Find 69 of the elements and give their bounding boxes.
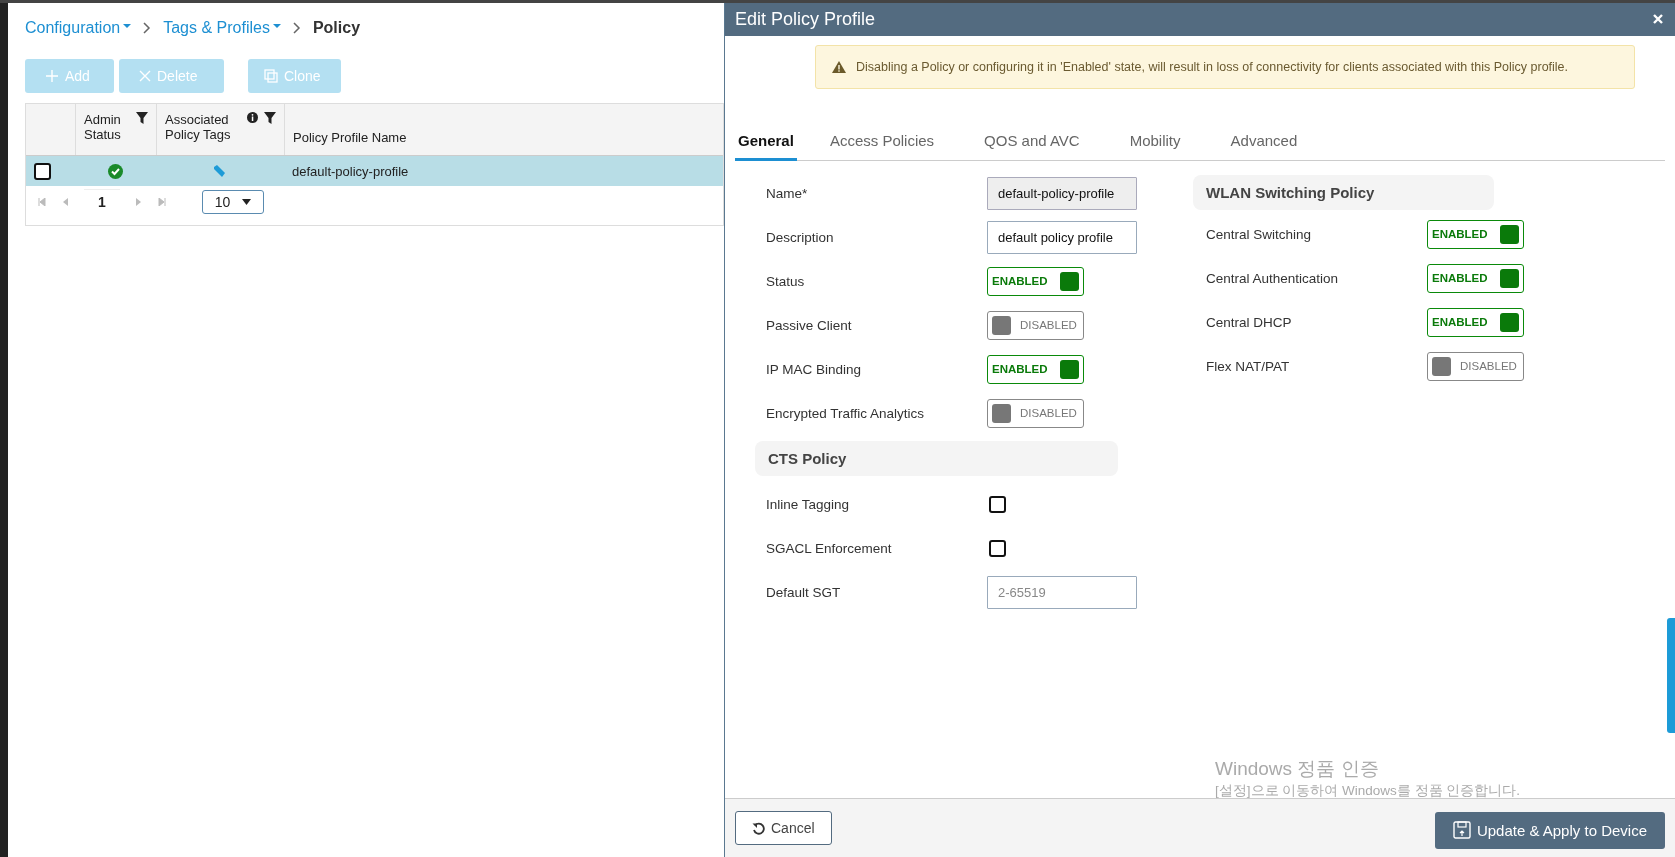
breadcrumb-item[interactable]: Tags & Profiles xyxy=(163,19,270,37)
dialog-title: Edit Policy Profile xyxy=(735,8,876,30)
side-handle[interactable] xyxy=(1667,618,1675,733)
field-label: Passive Client xyxy=(766,317,853,333)
activation-notice-text: [설정]으로 이동하여 Windows를 정품 인증합니다. xyxy=(1215,782,1521,800)
text-field[interactable]: 2-65519 xyxy=(987,575,1137,609)
tag-icon[interactable] xyxy=(213,164,227,178)
breadcrumb-item: Policy xyxy=(312,19,361,37)
caret-icon[interactable] xyxy=(123,23,132,29)
previous-page-icon[interactable] xyxy=(62,197,68,206)
caret-icon[interactable] xyxy=(272,23,281,29)
field-label: Central Switching xyxy=(1206,226,1313,242)
field-label: Flex NAT/PAT xyxy=(1206,358,1291,374)
toggle-switch[interactable]: ENABLED xyxy=(987,354,1084,384)
field-label: IP MAC Binding xyxy=(766,361,863,377)
section-title: WLAN Switching Policy xyxy=(1206,184,1375,201)
chevron-icon xyxy=(143,22,152,34)
checkbox[interactable] xyxy=(989,495,1006,513)
tab[interactable]: General xyxy=(735,126,797,161)
undo-icon xyxy=(752,821,765,835)
toggle-switch[interactable]: DISABLED xyxy=(987,398,1084,428)
caret-icon xyxy=(242,198,252,205)
tab[interactable]: QOS and AVC xyxy=(967,126,1097,160)
table-row[interactable]: default-policy-profile xyxy=(26,156,723,186)
close-icon[interactable] xyxy=(1653,14,1663,24)
section-title: CTS Policy xyxy=(768,450,847,467)
page-number: 1 xyxy=(84,189,120,214)
page-size-dropdown[interactable]: 10 xyxy=(201,189,265,214)
breadcrumb-item[interactable]: Configuration xyxy=(25,19,121,37)
column-header: Admin Status xyxy=(84,112,122,142)
save-icon xyxy=(1452,821,1471,839)
filter-icon[interactable] xyxy=(136,112,148,124)
toggle-switch[interactable]: ENABLED xyxy=(1427,263,1524,293)
tab[interactable]: Mobility xyxy=(1112,126,1198,160)
field-label: Encrypted Traffic Analytics xyxy=(766,405,926,421)
toggle-switch[interactable]: ENABLED xyxy=(1427,307,1524,337)
activation-notice-title: Windows 정품 인증 xyxy=(1215,757,1380,781)
apply-button[interactable]: Update & Apply to Device xyxy=(1434,811,1665,849)
column-header: Policy Profile Name xyxy=(293,130,407,145)
field-label: Central DHCP xyxy=(1206,314,1293,330)
warning-text: Disabling a Policy or configuring it in 'Enabled' state, will result in loss of connectivity for clients associated with this Policy profile. xyxy=(856,60,1569,74)
plus-icon xyxy=(45,69,59,83)
next-page-icon[interactable] xyxy=(135,197,142,206)
field-label: Inline Tagging xyxy=(766,496,851,512)
field-label: SGACL Enforcement xyxy=(766,540,893,556)
last-page-icon[interactable] xyxy=(157,197,166,206)
first-page-icon[interactable] xyxy=(38,197,46,206)
checkbox[interactable] xyxy=(34,162,51,180)
warning-icon xyxy=(832,61,846,73)
toggle-switch[interactable]: DISABLED xyxy=(1427,351,1524,381)
column-header: Associated Policy Tags xyxy=(165,112,232,142)
cancel-button[interactable]: Cancel xyxy=(735,811,832,845)
filter-icon[interactable] xyxy=(264,112,276,124)
cross-icon xyxy=(139,70,151,82)
toggle-switch[interactable]: ENABLED xyxy=(987,266,1084,296)
text-field[interactable]: default policy profile xyxy=(987,220,1137,254)
checkbox[interactable] xyxy=(989,539,1006,557)
field-label: Default SGT xyxy=(766,584,842,600)
field-label: Status xyxy=(766,273,806,289)
field-label: Description xyxy=(766,229,835,245)
table-cell: default-policy-profile xyxy=(292,163,409,179)
copy-icon xyxy=(264,69,278,83)
field-label: Central Authentication xyxy=(1206,270,1340,286)
chevron-icon xyxy=(292,22,301,34)
toggle-switch[interactable]: ENABLED xyxy=(1427,219,1524,249)
tab[interactable]: Advanced xyxy=(1213,126,1315,160)
toggle-switch[interactable]: DISABLED xyxy=(987,310,1084,340)
field-label: Name* xyxy=(766,185,809,201)
tab[interactable]: Access Policies xyxy=(812,126,952,160)
